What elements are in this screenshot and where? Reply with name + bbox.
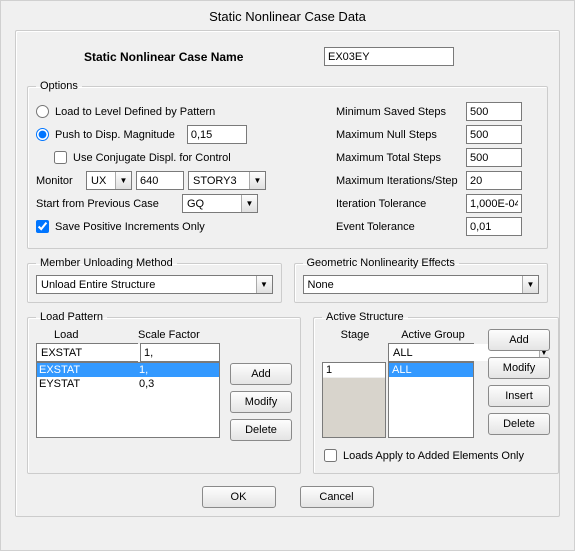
as-group-listbox[interactable]: ALL: [388, 362, 474, 438]
active-structure-legend: Active Structure: [322, 311, 408, 323]
radio-load-to-level-label: Load to Level Defined by Pattern: [55, 106, 215, 118]
member-unloading-legend: Member Unloading Method: [36, 257, 177, 269]
lp-item-scale: 0,3: [139, 378, 154, 390]
member-unloading-group: Member Unloading Method ▼: [27, 257, 282, 303]
lp-listbox[interactable]: EXSTAT 1, EYSTAT 0,3: [36, 362, 220, 438]
as-head-stage: Stage: [322, 329, 388, 341]
chevron-down-icon[interactable]: ▼: [522, 276, 538, 293]
start-from-value[interactable]: [183, 195, 241, 212]
dialog-title: Static Nonlinear Case Data: [1, 1, 574, 30]
load-pattern-group: Load Pattern Load Scale Factor ▼: [27, 311, 301, 474]
as-add-button[interactable]: Add: [488, 329, 550, 351]
monitor-label: Monitor: [36, 175, 80, 187]
check-save-positive-label: Save Positive Increments Only: [55, 221, 205, 233]
lp-modify-button[interactable]: Modify: [230, 391, 292, 413]
list-item[interactable]: 1: [323, 363, 385, 378]
check-loads-apply-label: Loads Apply to Added Elements Only: [343, 450, 524, 462]
options-legend: Options: [36, 80, 82, 92]
list-item[interactable]: ALL: [389, 363, 473, 377]
ok-button[interactable]: OK: [202, 486, 276, 508]
cancel-button[interactable]: Cancel: [300, 486, 374, 508]
options-right: Minimum Saved Steps Maximum Null Steps M…: [336, 98, 539, 240]
as-delete-button[interactable]: Delete: [488, 413, 550, 435]
monitor-dof-value[interactable]: [87, 172, 115, 189]
active-structure-group: Active Structure Stage Active Group ▼: [313, 311, 559, 474]
min-saved-label: Minimum Saved Steps: [336, 106, 466, 118]
geometric-nonlinearity-combo[interactable]: ▼: [303, 275, 540, 294]
check-use-conjugate[interactable]: [54, 151, 67, 164]
monitor-dof-combo[interactable]: ▼: [86, 171, 132, 190]
event-tol-label: Event Tolerance: [336, 221, 466, 233]
member-unloading-value[interactable]: [37, 276, 256, 293]
lp-add-button[interactable]: Add: [230, 363, 292, 385]
lp-item-scale: 1,: [139, 364, 148, 376]
as-head-group: Active Group: [388, 329, 478, 341]
max-iter-input[interactable]: [466, 171, 522, 190]
options-group: Options Load to Level Defined by Pattern…: [27, 80, 548, 249]
load-pattern-legend: Load Pattern: [36, 311, 107, 323]
check-use-conjugate-label: Use Conjugate Displ. for Control: [73, 152, 231, 164]
dialog-window: Static Nonlinear Case Data Static Nonlin…: [0, 0, 575, 551]
case-name-input[interactable]: [324, 47, 454, 66]
start-from-combo[interactable]: ▼: [182, 194, 258, 213]
lp-scale-input[interactable]: [140, 343, 220, 362]
options-left: Load to Level Defined by Pattern Push to…: [36, 98, 326, 240]
case-name-label: Static Nonlinear Case Name: [84, 50, 324, 64]
check-save-positive[interactable]: [36, 220, 49, 233]
monitor-story-value[interactable]: [189, 172, 249, 189]
chevron-down-icon[interactable]: ▼: [241, 195, 257, 212]
start-from-label: Start from Previous Case: [36, 198, 176, 210]
list-item[interactable]: EYSTAT 0,3: [37, 377, 219, 391]
case-name-row: Static Nonlinear Case Name: [24, 41, 551, 76]
max-total-label: Maximum Total Steps: [336, 152, 466, 164]
iter-tol-label: Iteration Tolerance: [336, 198, 466, 210]
radio-load-to-level[interactable]: [36, 105, 49, 118]
monitor-story-combo[interactable]: ▼: [188, 171, 266, 190]
member-unloading-combo[interactable]: ▼: [36, 275, 273, 294]
lp-delete-button[interactable]: Delete: [230, 419, 292, 441]
geometric-nonlinearity-group: Geometric Nonlinearity Effects ▼: [294, 257, 549, 303]
chevron-down-icon[interactable]: ▼: [256, 276, 272, 293]
as-insert-button[interactable]: Insert: [488, 385, 550, 407]
lp-head-load: Load: [36, 329, 138, 341]
radio-push-to-disp[interactable]: [36, 128, 49, 141]
chevron-down-icon[interactable]: ▼: [249, 172, 265, 189]
lp-item-load: EXSTAT: [39, 364, 139, 376]
event-tol-input[interactable]: [466, 217, 522, 236]
lp-load-combo[interactable]: ▼: [36, 343, 138, 362]
lp-item-load: EYSTAT: [39, 378, 139, 390]
radio-push-to-disp-label: Push to Disp. Magnitude: [55, 129, 175, 141]
geometric-nonlinearity-value[interactable]: [304, 276, 523, 293]
check-loads-apply[interactable]: [324, 449, 337, 462]
iter-tol-input[interactable]: [466, 194, 522, 213]
outer-frame: Static Nonlinear Case Name Options Load …: [15, 30, 560, 517]
as-stage-listbox[interactable]: 1: [322, 362, 386, 438]
as-group-combo[interactable]: ▼: [388, 343, 474, 362]
lp-head-scale: Scale Factor: [138, 329, 218, 341]
push-magnitude-input[interactable]: [187, 125, 247, 144]
max-null-input[interactable]: [466, 125, 522, 144]
max-total-input[interactable]: [466, 148, 522, 167]
max-iter-label: Maximum Iterations/Step: [336, 175, 466, 187]
monitor-value-input[interactable]: [136, 171, 184, 190]
max-null-label: Maximum Null Steps: [336, 129, 466, 141]
list-item[interactable]: EXSTAT 1,: [37, 363, 219, 377]
geometric-nonlinearity-legend: Geometric Nonlinearity Effects: [303, 257, 459, 269]
as-modify-button[interactable]: Modify: [488, 357, 550, 379]
chevron-down-icon[interactable]: ▼: [115, 172, 131, 189]
min-saved-input[interactable]: [466, 102, 522, 121]
